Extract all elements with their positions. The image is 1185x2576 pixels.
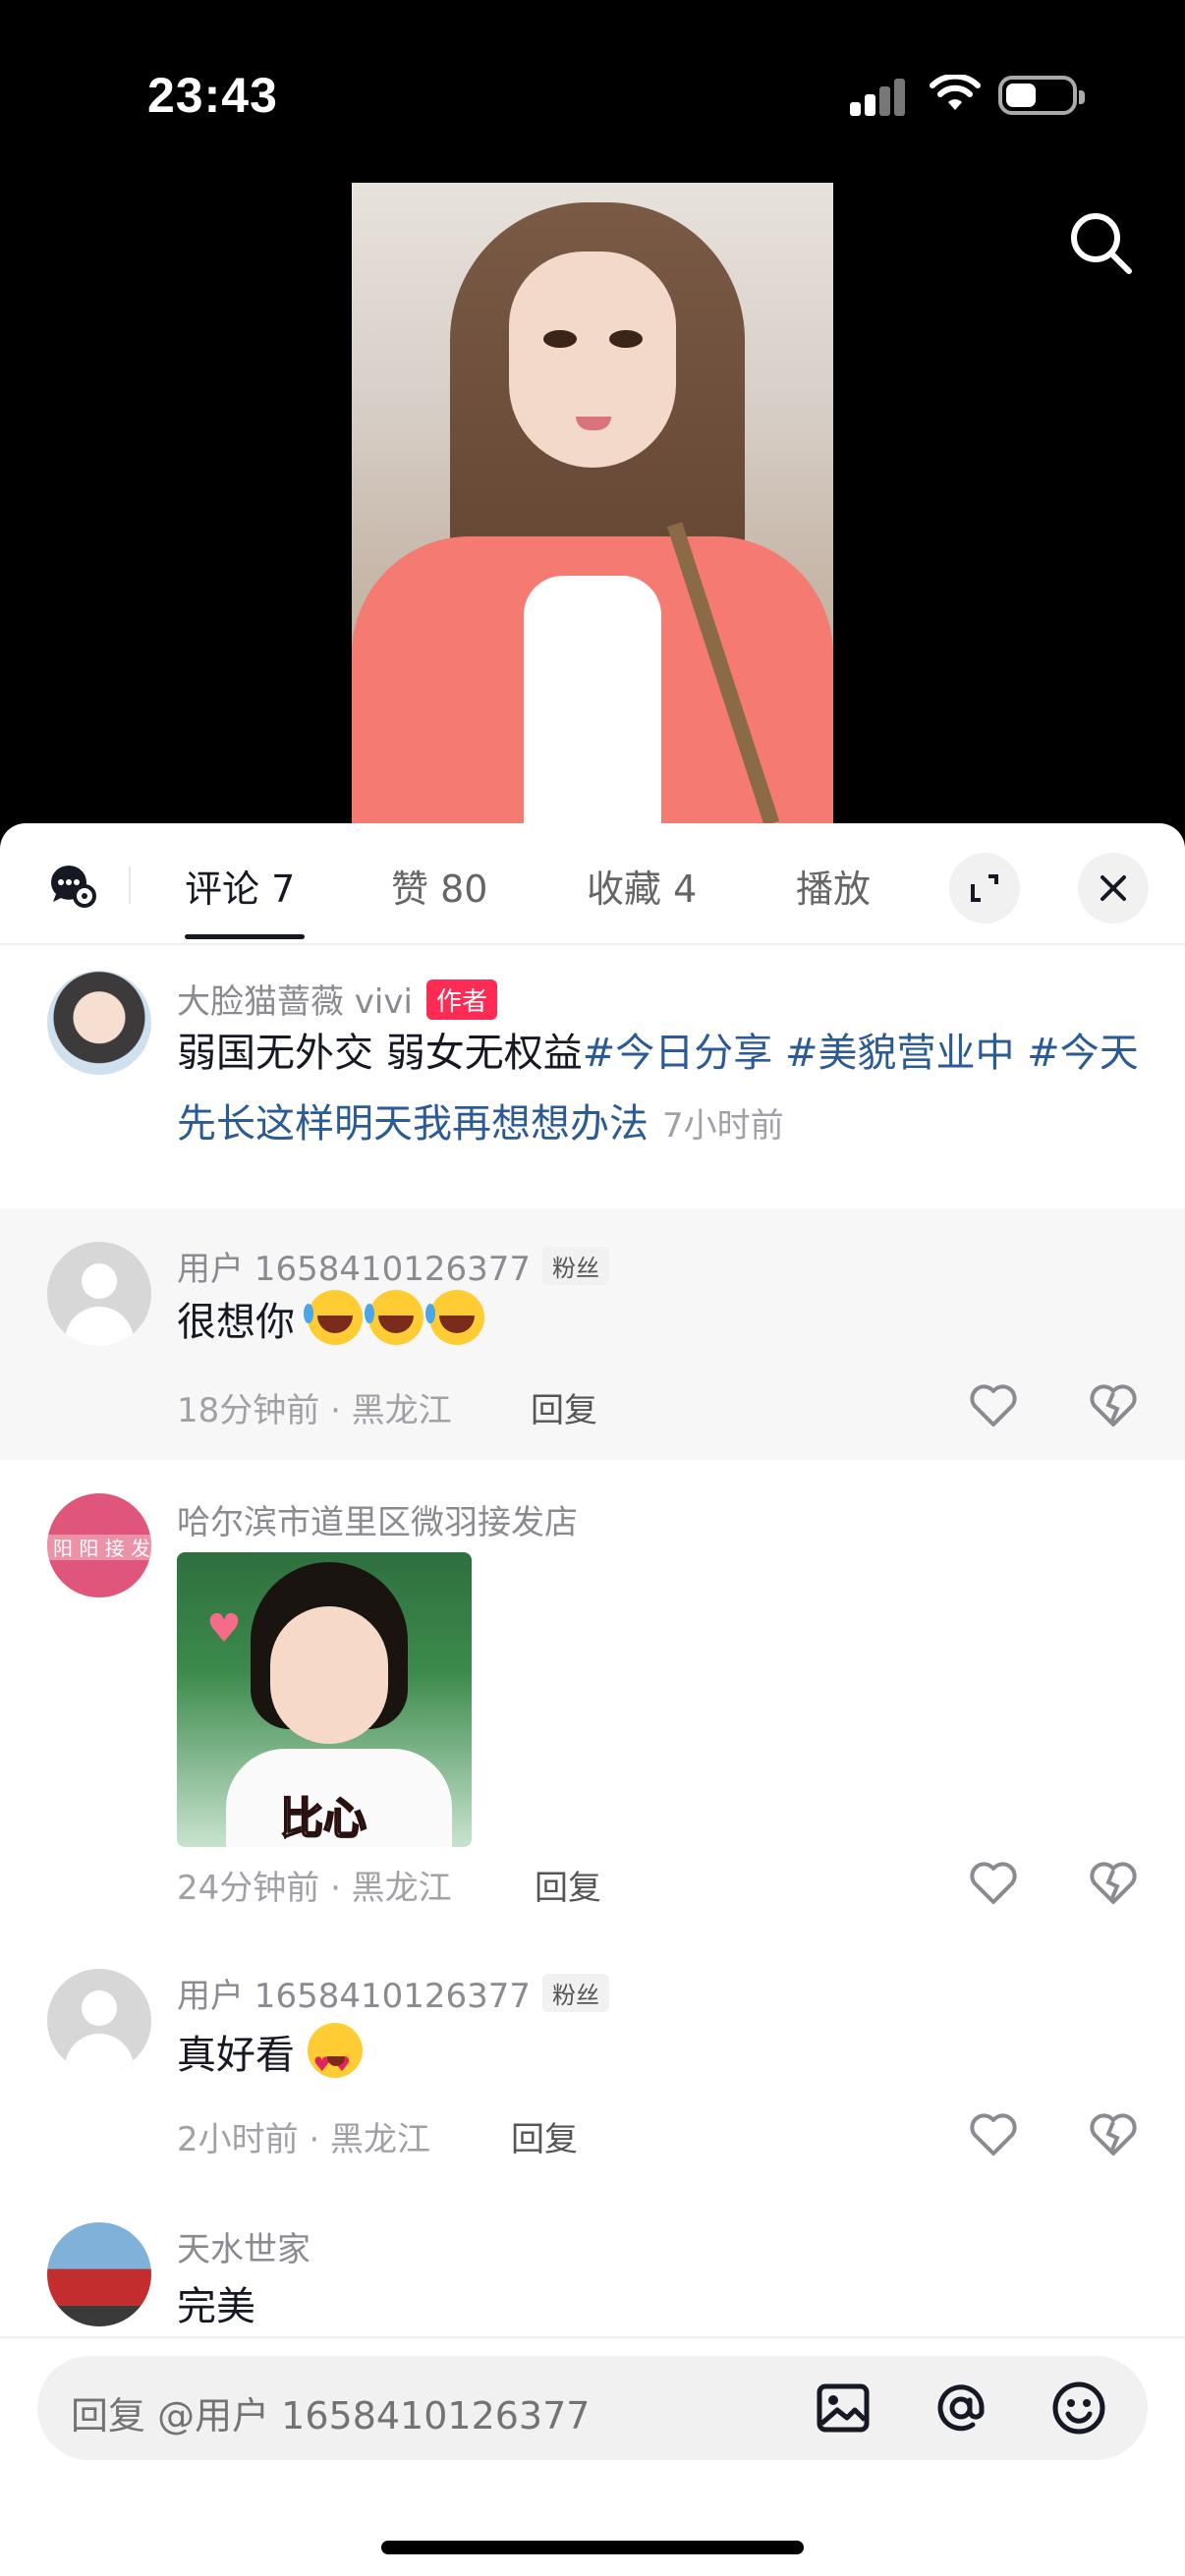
mention-icon[interactable] — [931, 2379, 990, 2437]
emoji-icon[interactable] — [1049, 2379, 1108, 2437]
comment-item: 用户 1658410126377 粉丝 很想你 18分钟前 · 黑龙江 回复 — [0, 1208, 1185, 1460]
caption-plain-text: 弱国无外交 弱女无权益 — [177, 1031, 583, 1076]
reply-button[interactable]: 回复 — [531, 1383, 597, 1431]
author-name[interactable]: 大脸猫蔷薇 vivi 作者 — [177, 975, 497, 1023]
comment-username[interactable]: 天水世家 — [177, 2222, 310, 2270]
search-icon[interactable] — [1066, 208, 1135, 277]
reply-input-bar: 回复 @用户 1658410126377 — [0, 2336, 1185, 2576]
user-avatar[interactable] — [47, 1242, 151, 1346]
user-avatar[interactable] — [47, 1969, 151, 2073]
comment-sheet: 评论 7 赞 80 收藏 4 播放 大脸猫蔷薇 vivi 作者 弱国无外交 弱女无… — [0, 823, 1185, 2576]
like-icon[interactable] — [967, 1381, 1020, 1430]
comment-username[interactable]: 用户 1658410126377 粉丝 — [177, 1969, 610, 2017]
close-icon — [1100, 875, 1126, 901]
fan-badge: 粉丝 — [542, 1974, 610, 2012]
comment-text: 真好看 — [177, 2020, 368, 2100]
comment-meta: 24分钟前 · 黑龙江 — [177, 1869, 452, 1908]
dislike-icon[interactable] — [1087, 1859, 1140, 1908]
laugh-cry-emoji-icon — [364, 1290, 423, 1345]
wifi-icon — [930, 75, 981, 110]
tab-plays[interactable]: 播放 — [796, 859, 871, 913]
like-icon[interactable] — [967, 1859, 1020, 1908]
comment-meta: 2小时前 · 黑龙江 — [177, 2120, 431, 2159]
dislike-icon[interactable] — [1087, 2110, 1140, 2159]
reply-button[interactable]: 回复 — [511, 2112, 578, 2160]
tab-likes[interactable]: 赞 80 — [391, 859, 487, 913]
comment-item: 阳 阳 接 发 哈尔滨市道里区微羽接发店 ♥ 比心 24分钟前 · 黑龙江 回复 — [0, 1491, 1185, 1924]
comment-text-content: 真好看 — [177, 2033, 295, 2078]
comment-item: 用户 1658410126377 粉丝 真好看 2小时前 · 黑龙江 回复 — [0, 1965, 1185, 2181]
comment-text: 完美 — [177, 2284, 255, 2329]
reply-button[interactable]: 回复 — [535, 1861, 601, 1909]
heart-icon: ♥ — [206, 1606, 242, 1652]
caption-time: 7小时前 — [662, 1106, 784, 1146]
fan-badge: 粉丝 — [542, 1247, 610, 1285]
battery-icon — [998, 76, 1085, 115]
comment-meta: 18分钟前 · 黑龙江 — [177, 1391, 452, 1430]
tab-comments[interactable]: 评论 7 — [185, 859, 295, 913]
cellular-signal-icon — [850, 77, 907, 116]
status-time: 23:43 — [147, 68, 278, 123]
comment-username-text: 用户 1658410126377 — [177, 1250, 532, 1289]
comment-username[interactable]: 哈尔滨市道里区微羽接发店 — [177, 1495, 578, 1543]
expand-icon — [971, 874, 998, 902]
author-avatar[interactable] — [47, 971, 151, 1075]
user-avatar[interactable] — [47, 2222, 151, 2326]
expand-button[interactable] — [949, 853, 1020, 924]
author-name-text: 大脸猫蔷薇 vivi — [177, 982, 413, 1022]
comment-username-text: 用户 1658410126377 — [177, 1977, 532, 2016]
author-badge: 作者 — [425, 980, 497, 1020]
home-indicator[interactable] — [381, 2541, 804, 2554]
heart-eyes-emoji-icon — [307, 2023, 363, 2100]
user-avatar[interactable]: 阳 阳 接 发 — [47, 1493, 151, 1597]
sticker-image[interactable]: ♥ 比心 — [177, 1552, 472, 1847]
avatar-sign-text: 阳 阳 接 发 — [53, 1537, 151, 1560]
reply-input-placeholder: 回复 @用户 1658410126377 — [71, 2394, 591, 2437]
image-icon[interactable] — [814, 2379, 873, 2437]
laugh-cry-emoji-icon — [303, 1290, 363, 1345]
laugh-cry-emoji-icon — [424, 1290, 484, 1345]
dislike-icon[interactable] — [1087, 1381, 1140, 1430]
comment-item: 天水世家 完美 — [0, 2218, 1185, 2356]
tab-favorites[interactable]: 收藏 4 — [587, 859, 697, 913]
reply-input[interactable]: 回复 @用户 1658410126377 — [37, 2356, 1148, 2460]
active-tab-indicator — [185, 934, 305, 939]
video-preview[interactable] — [352, 183, 833, 827]
tab-divider — [129, 867, 131, 904]
comment-text: 很想你 — [177, 1287, 490, 1358]
close-button[interactable] — [1078, 853, 1149, 924]
like-icon[interactable] — [967, 2110, 1020, 2159]
tab-bar: 评论 7 赞 80 收藏 4 播放 — [0, 823, 1185, 945]
comment-settings-icon[interactable] — [47, 863, 96, 908]
comment-username[interactable]: 用户 1658410126377 粉丝 — [177, 1242, 610, 1290]
comment-text-content: 很想你 — [177, 1300, 295, 1345]
sticker-caption: 比心 — [279, 1793, 367, 1845]
caption-text: 弱国无外交 弱女无权益#今日分享 #美貌营业中 #今天先长这样明天我再想想办法 7… — [177, 1018, 1159, 1161]
status-bar: 23:43 — [0, 0, 1185, 187]
